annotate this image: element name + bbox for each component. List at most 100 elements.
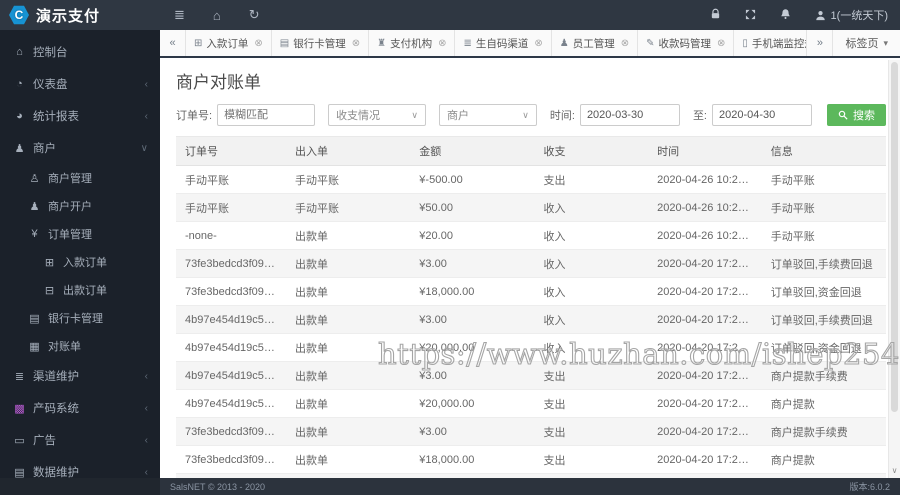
table-row[interactable]: 4b97e454d19c5a45f250c...出款单¥20,000.00支出2… — [176, 389, 886, 418]
tab-mobile-monitor-rule[interactable]: ▯手机端监控规则⊗ — [734, 30, 806, 56]
sidebar-item-dashboard[interactable]: ◔ 仪表盘 ‹ — [0, 68, 160, 100]
sidebar-toggle-icon[interactable]: ≣ — [174, 7, 185, 23]
sidebar-item-merchant[interactable]: ♟ 商户 ∨ — [0, 132, 160, 164]
table-row[interactable]: 手动平账 手动平账 ¥50.00 收入 2020-04-26 10:23:45 手动平账 — [176, 193, 886, 222]
tab-pages-dropdown[interactable]: 标签页 ▾ — [832, 30, 900, 56]
bank-icon: ♜ — [377, 37, 387, 49]
order-no-input[interactable] — [217, 104, 316, 126]
vertical-scrollbar[interactable]: ∨ — [888, 60, 900, 478]
sidebar-item-channel-maintain[interactable]: ≣ 渠道维护 ‹ — [0, 360, 160, 392]
close-icon[interactable]: ⊗ — [534, 38, 542, 49]
close-icon[interactable]: ⊗ — [352, 38, 360, 49]
scrollbar-thumb[interactable] — [891, 62, 898, 412]
table-cell: 3cd32b42592d26534cb8... — [176, 473, 287, 478]
sidebar-item-merchant-manage[interactable]: ♙ 商户管理 — [0, 164, 160, 192]
tab-deposit-order[interactable]: ⊞ 入款订单 ⊗ — [186, 30, 272, 56]
tab-label: 手机端监控规则 — [751, 37, 807, 50]
close-icon[interactable]: ⊗ — [254, 38, 262, 49]
table-row[interactable]: 73fe3bedcd3f09b1f13466...出款单¥3.00收入2020-… — [176, 249, 886, 278]
sidebar-item-statement[interactable]: ▦ 对账单 — [0, 332, 160, 360]
sidebar-item-label: 数据维护 — [33, 467, 79, 478]
table-row[interactable]: 73fe3bedcd3f09b1f13466...出款单¥18,000.00收入… — [176, 277, 886, 306]
table-cell: 2020-04-20 17:26:37 — [648, 417, 762, 446]
tabs-scroll-right-icon[interactable]: » — [806, 30, 832, 56]
table-row[interactable]: 3cd32b42592d26534cb8...出款单¥3.00收入2020-04… — [176, 473, 886, 478]
table-row[interactable]: -none- 出款单 ¥20.00 收入 2020-04-26 10:20:23 手动平账 — [176, 221, 886, 250]
sidebar-item-console[interactable]: ⌂ 控制台 — [0, 36, 160, 68]
filter-bar: 订单号: 收支情况 ∨ 商户 ∨ 时间: 至: 搜索 — [176, 104, 886, 126]
time-label: 时间: — [549, 110, 575, 122]
income-type-select[interactable]: 收支情况 ∨ — [328, 104, 426, 126]
close-icon[interactable]: ⊗ — [438, 38, 446, 49]
sidebar-item-data-maintain[interactable]: ▤ 数据维护 ‹ — [0, 456, 160, 479]
search-button[interactable]: 搜索 — [827, 104, 886, 126]
tab-label: 员工管理 — [572, 37, 615, 50]
table-cell: 支出 — [534, 445, 649, 474]
chevron-down-icon: ∨ — [522, 109, 529, 120]
table-cell: ¥50.00 — [410, 193, 535, 222]
home-icon[interactable]: ⌂ — [213, 8, 221, 23]
tab-staff-manage[interactable]: ♟ 员工管理 ⊗ — [552, 30, 639, 56]
tab-qrcode-manage[interactable]: ✎ 收款码管理 ⊗ — [638, 30, 735, 56]
column-header: 时间 — [648, 136, 762, 166]
table-cell: 出款单 — [286, 277, 411, 306]
sidebar-item-withdraw-order[interactable]: ⊟ 出款订单 — [0, 276, 160, 304]
caret-down-icon: ▾ — [883, 37, 888, 48]
sidebar-item-merchant-open[interactable]: ♟ 商户开户 — [0, 192, 160, 220]
table-cell: 出款单 — [286, 389, 411, 418]
order-no-label: 订单号: — [176, 110, 213, 122]
user-menu[interactable]: 1(一统天下) — [815, 7, 888, 23]
table-cell: 手动平账 — [761, 165, 886, 194]
sidebar-item-stats-report[interactable]: ◕ 统计报表 ‹ — [0, 100, 160, 132]
table-cell: 收入 — [534, 249, 649, 278]
table-cell: 2020-04-20 17:28:38 — [648, 305, 762, 334]
tab-code-channel[interactable]: ≣ 生自码渠道 ⊗ — [455, 30, 552, 56]
table-row[interactable]: 4b97e454d19c5a45f250c...出款单¥20,000.00收入2… — [176, 333, 886, 362]
table-row[interactable]: 73fe3bedcd3f09b1f13466...出款单¥18,000.00支出… — [176, 445, 886, 474]
tab-payment-institution[interactable]: ♜ 支付机构 ⊗ — [369, 30, 456, 56]
table-cell: ¥20,000.00 — [410, 333, 535, 362]
table-row[interactable]: 4b97e454d19c5a45f250c...出款单¥3.00支出2020-0… — [176, 361, 886, 390]
close-icon[interactable]: ⊗ — [621, 38, 629, 49]
table-row[interactable]: 73fe3bedcd3f09b1f13466...出款单¥3.00支出2020-… — [176, 417, 886, 446]
table-cell: 73fe3bedcd3f09b1f13466... — [176, 445, 287, 474]
scroll-down-icon[interactable]: ∨ — [889, 466, 900, 475]
table-cell: 出款单 — [286, 221, 411, 250]
close-icon[interactable]: ⊗ — [717, 38, 725, 49]
sidebar-item-label: 出款订单 — [63, 285, 107, 297]
column-header: 订单号 — [176, 136, 287, 166]
lock-icon[interactable] — [710, 8, 721, 23]
sidebar-item-deposit-order[interactable]: ⊞ 入款订单 — [0, 248, 160, 276]
sidebar-item-code-system[interactable]: ▩ 产码系统 ‹ — [0, 392, 160, 424]
table-cell: 订单驳回,手续费回退 — [761, 305, 886, 334]
table-cell: 出款单 — [286, 333, 411, 362]
sidebar-item-label: 控制台 — [33, 47, 68, 59]
refresh-icon[interactable]: ↻ — [249, 7, 260, 23]
chevron-down-icon: ∨ — [411, 109, 418, 120]
app-title: 演示支付 — [36, 7, 101, 25]
table-cell: 2020-04-26 10:29:55 — [648, 165, 762, 194]
fullscreen-icon[interactable] — [745, 8, 756, 23]
sidebar-item-ads[interactable]: ▭ 广告 ‹ — [0, 424, 160, 456]
user-plus-icon: ♟ — [29, 200, 40, 213]
topbar-right-icons: 1(一统天下) — [710, 7, 888, 23]
app-logo[interactable]: C 演示支付 — [0, 5, 160, 26]
table-row[interactable]: 手动平账 手动平账 ¥-500.00 支出 2020-04-26 10:29:55 手动平… — [176, 165, 886, 194]
chevron-left-icon: ‹ — [144, 78, 148, 90]
date-from-input[interactable] — [579, 104, 680, 126]
table-cell: 手动平账 — [176, 193, 287, 222]
tab-label: 收款码管理 — [658, 37, 712, 50]
table-cell: ¥20.00 — [410, 221, 535, 250]
merchant-select[interactable]: 商户 ∨ — [438, 104, 537, 126]
date-to-input[interactable] — [712, 104, 812, 126]
table-row[interactable]: 4b97e454d19c5a45f250c...出款单¥3.00收入2020-0… — [176, 305, 886, 334]
table-cell: 手动平账 — [176, 165, 287, 194]
sidebar-item-label: 商户开户 — [48, 201, 92, 213]
tabs-scroll-left-icon[interactable]: « — [160, 30, 186, 56]
tab-label: 银行卡管理 — [293, 37, 346, 50]
sidebar-item-bank-card-manage[interactable]: ▤ 银行卡管理 — [0, 304, 160, 332]
footer: SalsNET © 2013 - 2020 版本:6.0.2 — [0, 478, 900, 495]
tab-bank-card-manage[interactable]: ▤ 银行卡管理 ⊗ — [272, 30, 370, 56]
bell-icon[interactable] — [780, 8, 791, 23]
sidebar-item-order-manage[interactable]: ¥ 订单管理 — [0, 220, 160, 248]
